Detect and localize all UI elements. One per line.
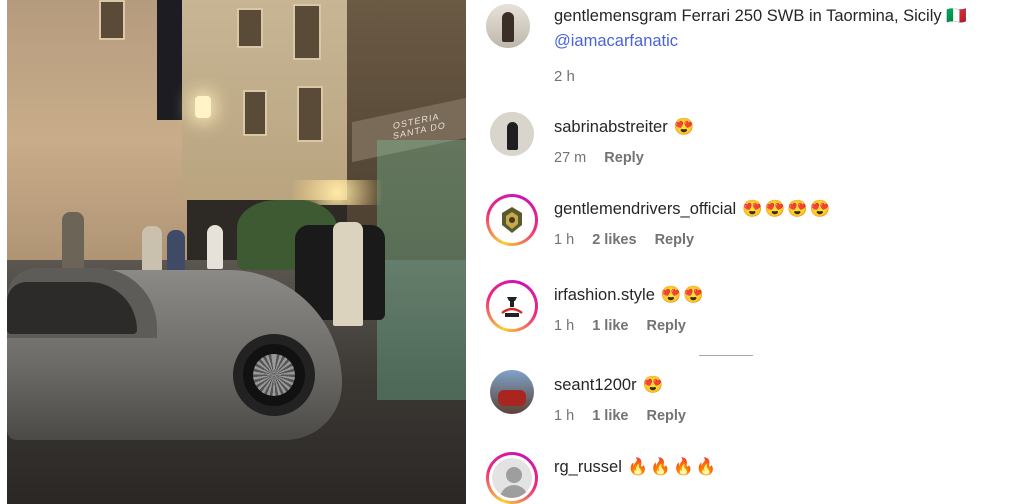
comment-item: seant1200r 😍 1 h 1 like Reply xyxy=(486,370,1024,440)
comment-time: 1 h xyxy=(554,318,575,334)
car-wheel xyxy=(233,334,315,416)
reply-button[interactable]: Reply xyxy=(647,318,687,334)
window xyxy=(243,90,267,136)
post-timestamp: 2 h xyxy=(554,68,575,85)
comment-likes[interactable]: 2 likes xyxy=(592,232,636,248)
reply-button[interactable]: Reply xyxy=(647,408,687,424)
avatar-story-ring[interactable] xyxy=(486,452,538,504)
comment-actions: 1 h 1 like Reply xyxy=(554,318,700,334)
comment-likes[interactable]: 1 like xyxy=(592,318,628,334)
comment-item: rg_russel 🔥🔥🔥🔥 xyxy=(486,452,1024,504)
person xyxy=(62,212,84,272)
person-with-phone xyxy=(333,222,363,326)
comment-time: 1 h xyxy=(554,232,575,248)
comment-time: 27 m xyxy=(554,150,587,166)
comment-text: rg_russel 🔥🔥🔥🔥 xyxy=(554,458,718,477)
comment-emoji: 🔥🔥🔥🔥 xyxy=(627,458,719,476)
comment-likes[interactable]: 1 like xyxy=(592,408,628,424)
flag-emoji: 🇮🇹 xyxy=(946,7,967,25)
comment-username[interactable]: irfashion.style xyxy=(554,286,655,304)
avatar-image xyxy=(490,112,534,156)
comments-panel: gentlemensgram Ferrari 250 SWB in Taormi… xyxy=(466,0,1024,504)
avatar[interactable] xyxy=(490,370,534,414)
comment-text: sabrinabstreiter 😍 xyxy=(554,118,696,137)
comment-emoji: 😍 xyxy=(642,376,666,394)
avatar[interactable] xyxy=(486,4,530,48)
comment-item: irfashion.style 😍😍 1 h 1 like Reply xyxy=(486,280,1024,350)
comment-text: gentlemendrivers_official 😍😍😍😍 xyxy=(554,200,832,219)
comment-text: seant1200r 😍 xyxy=(554,376,665,395)
comment-text: irfashion.style 😍😍 xyxy=(554,286,706,305)
comment-username[interactable]: seant1200r xyxy=(554,376,637,394)
window xyxy=(293,4,321,60)
window xyxy=(297,86,323,142)
comment-actions: 27 m Reply xyxy=(554,150,658,166)
window xyxy=(237,8,263,48)
avatar-story-ring[interactable] xyxy=(486,194,538,246)
comment-time: 1 h xyxy=(554,408,575,424)
comment-username[interactable]: rg_russel xyxy=(554,458,622,476)
avatar[interactable] xyxy=(490,112,534,156)
comment-emoji: 😍😍 xyxy=(660,286,706,304)
view-replies-divider[interactable] xyxy=(699,355,753,356)
default-user-icon xyxy=(492,458,532,498)
avatar-image xyxy=(486,4,530,48)
reply-button[interactable]: Reply xyxy=(604,150,644,166)
emblem-avatar-icon xyxy=(492,200,532,240)
reply-button[interactable]: Reply xyxy=(655,232,695,248)
comment-item: gentlemendrivers_official 😍😍😍😍 1 h 2 like… xyxy=(486,194,1024,264)
comment-username[interactable]: sabrinabstreiter xyxy=(554,118,668,136)
caption-username[interactable]: gentlemensgram xyxy=(554,7,677,25)
person xyxy=(207,225,223,269)
window xyxy=(99,0,125,40)
glass-enclosure xyxy=(377,140,466,400)
comment-emoji: 😍 xyxy=(673,118,697,136)
street-lamp xyxy=(195,96,211,118)
comment-item: sabrinabstreiter 😍 27 m Reply xyxy=(486,112,1024,182)
mention-link[interactable]: @iamacarfanatic xyxy=(554,29,1024,54)
comment-actions: 1 h 1 like Reply xyxy=(554,408,700,424)
avatar-story-ring[interactable] xyxy=(486,280,538,332)
post-media[interactable]: OSTERIA SANTA DO xyxy=(7,0,466,504)
comment-actions: 1 h 2 likes Reply xyxy=(554,232,708,248)
caption-text: gentlemensgram Ferrari 250 SWB in Taormi… xyxy=(554,4,1024,29)
avatar-image xyxy=(490,370,534,414)
caption-body: Ferrari 250 SWB in Taormina, Sicily xyxy=(681,7,942,25)
comment-emoji: 😍😍😍😍 xyxy=(742,200,833,218)
fs-logo-avatar-icon xyxy=(492,286,532,326)
comment-username[interactable]: gentlemendrivers_official xyxy=(554,200,736,218)
